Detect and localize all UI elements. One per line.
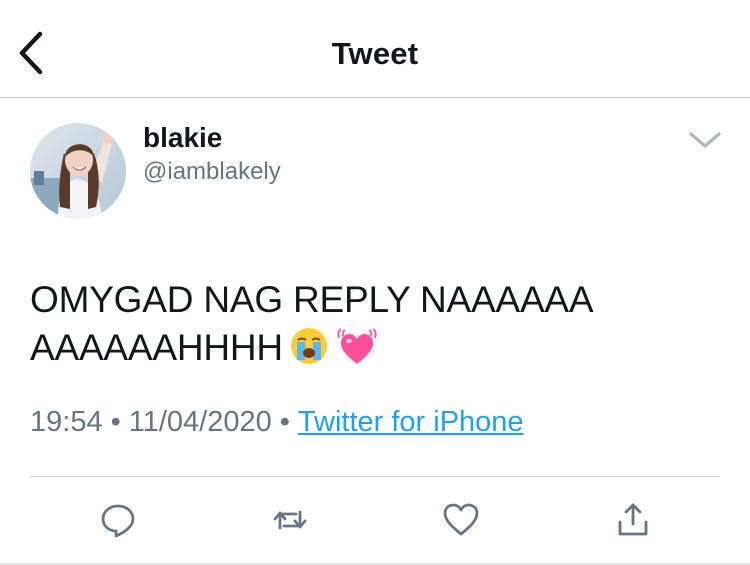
retweet-icon (273, 510, 307, 530)
tweet-source-link[interactable]: Twitter for iPhone (298, 406, 524, 438)
loudly-crying-face-emoji (289, 326, 329, 378)
share-button[interactable] (613, 500, 653, 540)
author-display-name[interactable]: blakie (143, 122, 222, 154)
chevron-down-icon (689, 132, 721, 148)
tweet-date: 11/04/2020 (128, 406, 272, 438)
avatar[interactable] (30, 123, 126, 219)
tweet-metadata: 19:54 • 11/04/2020 • Twitter for iPhone (30, 406, 524, 439)
like-button[interactable] (441, 500, 481, 540)
profile-photo (30, 123, 126, 219)
retweet-button[interactable] (270, 500, 310, 540)
divider (30, 476, 720, 477)
tweet-text-line-2: AAAAAAHHHH (30, 327, 283, 368)
tweet-text: OMYGAD NAG REPLY NAAAAAA AAAAAAHHHH (30, 276, 720, 378)
more-options-button[interactable] (686, 128, 724, 152)
heart-icon (443, 503, 479, 536)
beating-heart-emoji (335, 326, 379, 378)
meta-separator: • (279, 406, 290, 438)
reply-button[interactable] (98, 500, 138, 540)
author-handle[interactable]: @iamblakely (143, 158, 281, 186)
tweet-text-line-2-wrap: AAAAAAHHHH (30, 324, 720, 378)
tweet-text-line-1: OMYGAD NAG REPLY NAAAAAA (30, 279, 594, 320)
page-title: Tweet (331, 36, 419, 71)
reply-bubble-icon (101, 504, 135, 538)
share-icon (618, 503, 648, 536)
meta-separator: • (110, 406, 121, 438)
top-nav-bar: Tweet (0, 0, 750, 98)
tweet-time: 19:54 (30, 406, 103, 438)
